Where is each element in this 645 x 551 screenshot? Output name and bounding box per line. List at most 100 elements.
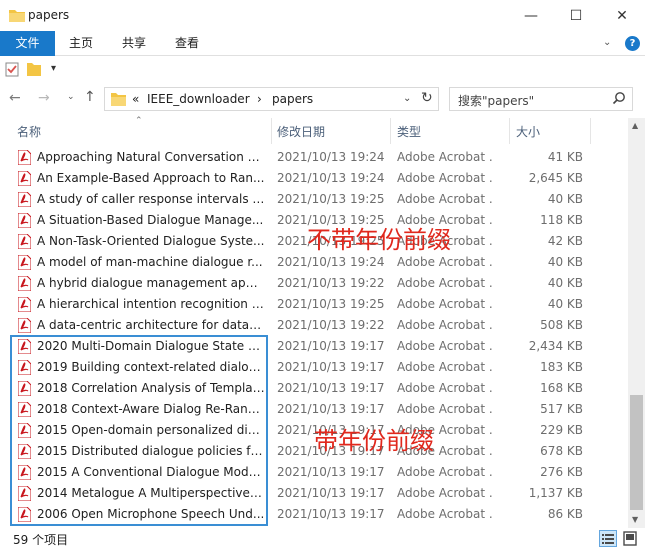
- properties-icon[interactable]: [5, 62, 19, 80]
- folder-icon: [111, 92, 126, 109]
- file-name: An Example-Based Approach to Ran...: [37, 171, 265, 185]
- chevron-down-icon[interactable]: ⌄: [603, 37, 611, 48]
- quick-access-toolbar: ▾: [0, 57, 645, 82]
- file-name: A study of caller response intervals i..…: [37, 192, 265, 206]
- file-modified-date: 2021/10/13 19:22: [277, 318, 385, 332]
- pdf-file-icon: [17, 191, 32, 208]
- tab-view[interactable]: 查看: [167, 31, 207, 56]
- file-size: 40 KB: [547, 255, 583, 269]
- breadcrumb-separator[interactable]: ›: [257, 92, 262, 106]
- forward-icon[interactable]: →: [38, 90, 50, 106]
- file-row[interactable]: Approaching Natural Conversation C... 202…: [0, 147, 627, 168]
- file-modified-date: 2021/10/13 19:17: [277, 339, 385, 353]
- file-modified-date: 2021/10/13 19:24: [277, 255, 385, 269]
- pdf-file-icon: [17, 254, 32, 271]
- address-bar[interactable]: « IEEE_downloader › papers ⌄ ↻: [104, 87, 439, 111]
- column-header-type[interactable]: 类型: [397, 123, 421, 140]
- file-size: 2,645 KB: [528, 171, 583, 185]
- file-row[interactable]: A study of caller response intervals i..…: [0, 189, 627, 210]
- pdf-file-icon: [17, 275, 32, 292]
- pdf-file-icon: [17, 317, 32, 334]
- file-row[interactable]: A model of man-machine dialogue r... 2021…: [0, 252, 627, 273]
- file-size: 276 KB: [540, 465, 583, 479]
- window-title: papers: [28, 8, 70, 22]
- pdf-file-icon: [17, 296, 32, 313]
- breadcrumb-papers[interactable]: papers: [272, 92, 313, 106]
- file-modified-date: 2021/10/13 19:17: [277, 465, 385, 479]
- vertical-scrollbar[interactable]: ▲ ▼: [628, 118, 645, 528]
- file-modified-date: 2021/10/13 19:17: [277, 486, 385, 500]
- address-dropdown-icon[interactable]: ⌄: [403, 93, 411, 104]
- breadcrumb-overflow[interactable]: «: [132, 92, 139, 106]
- file-type: Adobe Acrobat ...: [397, 318, 492, 332]
- file-name: Approaching Natural Conversation C...: [37, 150, 265, 164]
- search-icon[interactable]: [612, 91, 626, 108]
- new-folder-icon[interactable]: [27, 62, 41, 79]
- file-type: Adobe Acrobat ...: [397, 339, 492, 353]
- navigation-bar: ← → ⌄ ↑ « IEEE_downloader › papers ⌄ ↻ 搜…: [0, 87, 645, 111]
- file-name: A Situation-Based Dialogue Manage...: [37, 213, 264, 227]
- file-type: Adobe Acrobat ...: [397, 297, 492, 311]
- file-modified-date: 2021/10/13 19:17: [277, 402, 385, 416]
- column-divider[interactable]: [509, 118, 510, 144]
- file-type: Adobe Acrobat ...: [397, 171, 492, 185]
- file-type: Adobe Acrobat ...: [397, 276, 492, 290]
- breadcrumb-ieee-downloader[interactable]: IEEE_downloader: [147, 92, 250, 106]
- annotation-highlight-box: [10, 335, 268, 526]
- ribbon-tabs: 文件 主页 共享 查看 ⌄ ?: [0, 31, 645, 56]
- annotation-with-year-prefix: 带年份前缀: [314, 427, 434, 455]
- file-size: 40 KB: [547, 297, 583, 311]
- file-type: Adobe Acrobat ...: [397, 255, 492, 269]
- scroll-down-icon[interactable]: ▼: [632, 515, 638, 524]
- file-size: 40 KB: [547, 192, 583, 206]
- file-type: Adobe Acrobat ...: [397, 192, 492, 206]
- file-size: 508 KB: [540, 318, 583, 332]
- tab-share[interactable]: 共享: [114, 31, 154, 56]
- file-modified-date: 2021/10/13 19:24: [277, 171, 385, 185]
- tab-file[interactable]: 文件: [0, 31, 55, 56]
- file-row[interactable]: A hierarchical intention recognition m..…: [0, 294, 627, 315]
- sort-indicator-icon: ⌃: [135, 116, 143, 126]
- column-header-name[interactable]: 名称: [17, 123, 41, 140]
- file-size: 229 KB: [540, 423, 583, 437]
- file-row[interactable]: A hybrid dialogue management appr... 2021…: [0, 273, 627, 294]
- up-icon[interactable]: ↑: [84, 89, 96, 105]
- customize-toolbar-icon[interactable]: ▾: [51, 63, 56, 74]
- column-header-size[interactable]: 大小: [516, 123, 540, 140]
- search-placeholder: 搜索"papers": [458, 94, 535, 108]
- scroll-up-icon[interactable]: ▲: [632, 121, 638, 130]
- file-type: Adobe Acrobat ...: [397, 150, 492, 164]
- close-button[interactable]: ✕: [599, 0, 645, 31]
- help-icon[interactable]: ?: [625, 36, 640, 51]
- column-divider[interactable]: [390, 118, 391, 144]
- title-bar: papers — ☐ ✕: [0, 0, 645, 31]
- file-type: Adobe Acrobat ...: [397, 507, 492, 521]
- file-name: A Non-Task-Oriented Dialogue Syste...: [37, 234, 265, 248]
- file-row[interactable]: An Example-Based Approach to Ran... 2021/…: [0, 168, 627, 189]
- item-count: 59 个项目: [13, 533, 69, 547]
- column-header-date[interactable]: 修改日期: [277, 123, 325, 140]
- details-view-icon[interactable]: [599, 530, 617, 547]
- file-size: 118 KB: [540, 213, 583, 227]
- search-box[interactable]: 搜索"papers": [449, 87, 633, 111]
- file-modified-date: 2021/10/13 19:25: [277, 297, 385, 311]
- recent-locations-icon[interactable]: ⌄: [67, 92, 75, 102]
- file-type: Adobe Acrobat ...: [397, 381, 492, 395]
- refresh-icon[interactable]: ↻: [421, 90, 433, 106]
- file-size: 2,434 KB: [528, 339, 583, 353]
- maximize-button[interactable]: ☐: [553, 0, 599, 31]
- file-type: Adobe Acrobat ...: [397, 465, 492, 479]
- back-icon[interactable]: ←: [9, 90, 21, 106]
- large-icons-view-icon[interactable]: [621, 530, 639, 547]
- tab-home[interactable]: 主页: [62, 31, 100, 56]
- file-size: 40 KB: [547, 276, 583, 290]
- column-divider[interactable]: [271, 118, 272, 144]
- file-row[interactable]: A data-centric architecture for data-d..…: [0, 315, 627, 336]
- pdf-file-icon: [17, 170, 32, 187]
- pdf-file-icon: [17, 233, 32, 250]
- file-modified-date: 2021/10/13 19:25: [277, 192, 385, 206]
- column-divider[interactable]: [590, 118, 591, 144]
- file-type: Adobe Acrobat ...: [397, 486, 492, 500]
- minimize-button[interactable]: —: [508, 0, 554, 31]
- scrollbar-thumb[interactable]: [630, 395, 643, 510]
